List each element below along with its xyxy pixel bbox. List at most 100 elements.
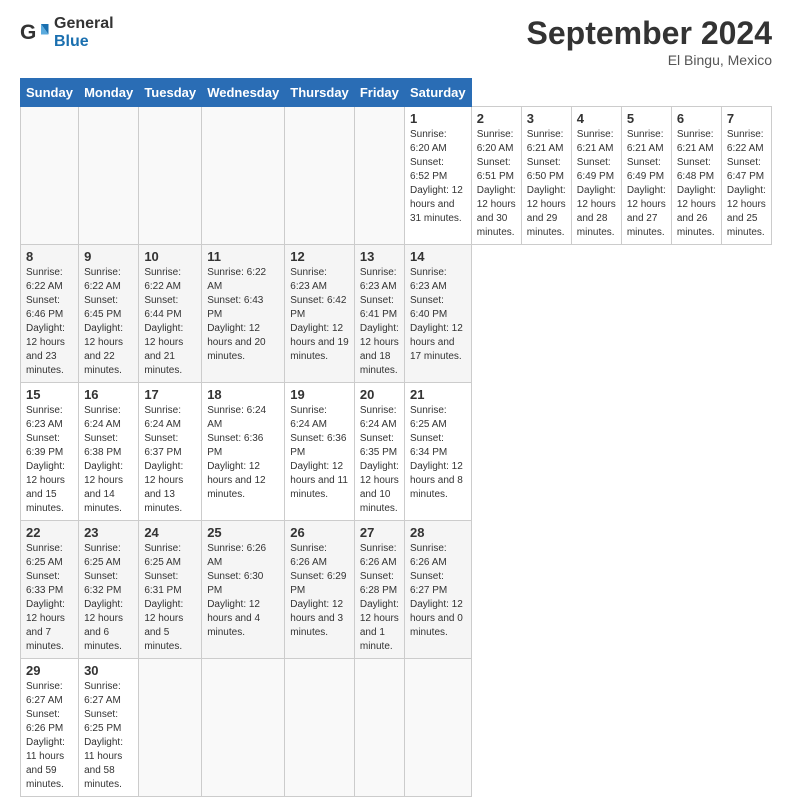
- day-info: Sunrise: 6:20 AM Sunset: 6:51 PM Dayligh…: [477, 128, 516, 240]
- day-number: 29: [26, 663, 73, 678]
- day-info: Sunrise: 6:22 AM Sunset: 6:45 PM Dayligh…: [84, 266, 133, 378]
- day-number: 24: [144, 525, 196, 540]
- day-info: Sunrise: 6:23 AM Sunset: 6:39 PM Dayligh…: [26, 404, 73, 516]
- day-info: Sunrise: 6:21 AM Sunset: 6:49 PM Dayligh…: [577, 128, 616, 240]
- logo-text: General Blue: [54, 15, 114, 51]
- calendar-cell: 15 Sunrise: 6:23 AM Sunset: 6:39 PM Dayli…: [21, 383, 79, 521]
- day-info: Sunrise: 6:26 AM Sunset: 6:28 PM Dayligh…: [360, 542, 399, 654]
- day-number: 6: [677, 111, 716, 126]
- day-of-week-header: Friday: [354, 79, 404, 107]
- calendar-cell: 16Sunrise: 6:24 AM Sunset: 6:38 PM Dayli…: [79, 383, 139, 521]
- day-number: 23: [84, 525, 133, 540]
- calendar-cell: 4 Sunrise: 6:21 AM Sunset: 6:49 PM Daylig…: [571, 107, 621, 245]
- day-of-week-header: Saturday: [405, 79, 472, 107]
- calendar-header-row: SundayMondayTuesdayWednesdayThursdayFrid…: [21, 79, 772, 107]
- calendar-cell: 22 Sunrise: 6:25 AM Sunset: 6:33 PM Dayli…: [21, 521, 79, 659]
- day-of-week-header: Monday: [79, 79, 139, 107]
- day-info: Sunrise: 6:24 AM Sunset: 6:36 PM Dayligh…: [207, 404, 279, 502]
- title-block: September 2024 El Bingu, Mexico: [527, 15, 772, 68]
- calendar-cell: [285, 659, 355, 797]
- day-number: 14: [410, 249, 466, 264]
- calendar-cell: 23 Sunrise: 6:25 AM Sunset: 6:32 PM Dayli…: [79, 521, 139, 659]
- calendar-cell: 8 Sunrise: 6:22 AM Sunset: 6:46 PM Daylig…: [21, 245, 79, 383]
- logo: G General Blue: [20, 15, 114, 51]
- calendar-cell: 7Sunrise: 6:22 AM Sunset: 6:47 PM Daylig…: [721, 107, 771, 245]
- day-info: Sunrise: 6:23 AM Sunset: 6:40 PM Dayligh…: [410, 266, 466, 364]
- calendar-cell: 27 Sunrise: 6:26 AM Sunset: 6:28 PM Dayli…: [354, 521, 404, 659]
- calendar-week-row: 8 Sunrise: 6:22 AM Sunset: 6:46 PM Daylig…: [21, 245, 772, 383]
- calendar-cell: 3 Sunrise: 6:21 AM Sunset: 6:50 PM Daylig…: [521, 107, 571, 245]
- day-info: Sunrise: 6:22 AM Sunset: 6:44 PM Dayligh…: [144, 266, 196, 378]
- calendar-cell: [202, 107, 285, 245]
- day-of-week-header: Wednesday: [202, 79, 285, 107]
- day-number: 30: [84, 663, 133, 678]
- calendar-cell: 2Sunrise: 6:20 AM Sunset: 6:51 PM Daylig…: [471, 107, 521, 245]
- location: El Bingu, Mexico: [527, 52, 772, 68]
- header: G General Blue September 2024 El Bingu, …: [20, 15, 772, 68]
- day-number: 26: [290, 525, 349, 540]
- day-number: 12: [290, 249, 349, 264]
- month-title: September 2024: [527, 15, 772, 52]
- calendar-cell: 18 Sunrise: 6:24 AM Sunset: 6:36 PM Dayli…: [202, 383, 285, 521]
- day-number: 10: [144, 249, 196, 264]
- day-info: Sunrise: 6:24 AM Sunset: 6:38 PM Dayligh…: [84, 404, 133, 516]
- day-number: 25: [207, 525, 279, 540]
- logo-icon: G: [20, 18, 50, 48]
- calendar-cell: 1Sunrise: 6:20 AM Sunset: 6:52 PM Daylig…: [405, 107, 472, 245]
- day-info: Sunrise: 6:25 AM Sunset: 6:32 PM Dayligh…: [84, 542, 133, 654]
- day-info: Sunrise: 6:22 AM Sunset: 6:43 PM Dayligh…: [207, 266, 279, 364]
- day-info: Sunrise: 6:22 AM Sunset: 6:46 PM Dayligh…: [26, 266, 73, 378]
- calendar-week-row: 15 Sunrise: 6:23 AM Sunset: 6:39 PM Dayli…: [21, 383, 772, 521]
- day-info: Sunrise: 6:24 AM Sunset: 6:37 PM Dayligh…: [144, 404, 196, 516]
- day-number: 22: [26, 525, 73, 540]
- calendar-cell: [285, 107, 355, 245]
- calendar-cell: 9Sunrise: 6:22 AM Sunset: 6:45 PM Daylig…: [79, 245, 139, 383]
- day-number: 17: [144, 387, 196, 402]
- day-info: Sunrise: 6:26 AM Sunset: 6:30 PM Dayligh…: [207, 542, 279, 640]
- day-info: Sunrise: 6:24 AM Sunset: 6:35 PM Dayligh…: [360, 404, 399, 516]
- day-info: Sunrise: 6:25 AM Sunset: 6:31 PM Dayligh…: [144, 542, 196, 654]
- day-info: Sunrise: 6:23 AM Sunset: 6:41 PM Dayligh…: [360, 266, 399, 378]
- day-of-week-header: Sunday: [21, 79, 79, 107]
- calendar-week-row: 22 Sunrise: 6:25 AM Sunset: 6:33 PM Dayli…: [21, 521, 772, 659]
- calendar-cell: 19 Sunrise: 6:24 AM Sunset: 6:36 PM Dayli…: [285, 383, 355, 521]
- day-number: 19: [290, 387, 349, 402]
- calendar-cell: 12Sunrise: 6:23 AM Sunset: 6:42 PM Dayli…: [285, 245, 355, 383]
- calendar-cell: [139, 659, 202, 797]
- day-number: 1: [410, 111, 466, 126]
- calendar-cell: [202, 659, 285, 797]
- day-info: Sunrise: 6:21 AM Sunset: 6:49 PM Dayligh…: [627, 128, 666, 240]
- day-info: Sunrise: 6:21 AM Sunset: 6:50 PM Dayligh…: [527, 128, 566, 240]
- day-of-week-header: Thursday: [285, 79, 355, 107]
- calendar-cell: 28Sunrise: 6:26 AM Sunset: 6:27 PM Dayli…: [405, 521, 472, 659]
- calendar-cell: 10 Sunrise: 6:22 AM Sunset: 6:44 PM Dayli…: [139, 245, 202, 383]
- day-info: Sunrise: 6:27 AM Sunset: 6:25 PM Dayligh…: [84, 680, 133, 792]
- day-info: Sunrise: 6:25 AM Sunset: 6:33 PM Dayligh…: [26, 542, 73, 654]
- calendar-cell: [79, 107, 139, 245]
- calendar-cell: 11 Sunrise: 6:22 AM Sunset: 6:43 PM Dayli…: [202, 245, 285, 383]
- calendar-cell: 14 Sunrise: 6:23 AM Sunset: 6:40 PM Dayli…: [405, 245, 472, 383]
- day-number: 15: [26, 387, 73, 402]
- day-number: 4: [577, 111, 616, 126]
- day-info: Sunrise: 6:21 AM Sunset: 6:48 PM Dayligh…: [677, 128, 716, 240]
- day-number: 20: [360, 387, 399, 402]
- day-number: 5: [627, 111, 666, 126]
- calendar-week-row: 29 Sunrise: 6:27 AM Sunset: 6:26 PM Dayli…: [21, 659, 772, 797]
- day-info: Sunrise: 6:24 AM Sunset: 6:36 PM Dayligh…: [290, 404, 349, 502]
- day-number: 8: [26, 249, 73, 264]
- day-number: 3: [527, 111, 566, 126]
- day-number: 11: [207, 249, 279, 264]
- calendar-cell: 30 Sunrise: 6:27 AM Sunset: 6:25 PM Dayli…: [79, 659, 139, 797]
- day-number: 18: [207, 387, 279, 402]
- day-info: Sunrise: 6:27 AM Sunset: 6:26 PM Dayligh…: [26, 680, 73, 792]
- calendar-cell: [405, 659, 472, 797]
- day-number: 27: [360, 525, 399, 540]
- calendar-cell: 5 Sunrise: 6:21 AM Sunset: 6:49 PM Daylig…: [621, 107, 671, 245]
- day-info: Sunrise: 6:22 AM Sunset: 6:47 PM Dayligh…: [727, 128, 766, 240]
- day-number: 28: [410, 525, 466, 540]
- calendar-cell: 29 Sunrise: 6:27 AM Sunset: 6:26 PM Dayli…: [21, 659, 79, 797]
- calendar-cell: [354, 107, 404, 245]
- calendar-week-row: 1Sunrise: 6:20 AM Sunset: 6:52 PM Daylig…: [21, 107, 772, 245]
- day-number: 21: [410, 387, 466, 402]
- calendar-cell: 6 Sunrise: 6:21 AM Sunset: 6:48 PM Daylig…: [671, 107, 721, 245]
